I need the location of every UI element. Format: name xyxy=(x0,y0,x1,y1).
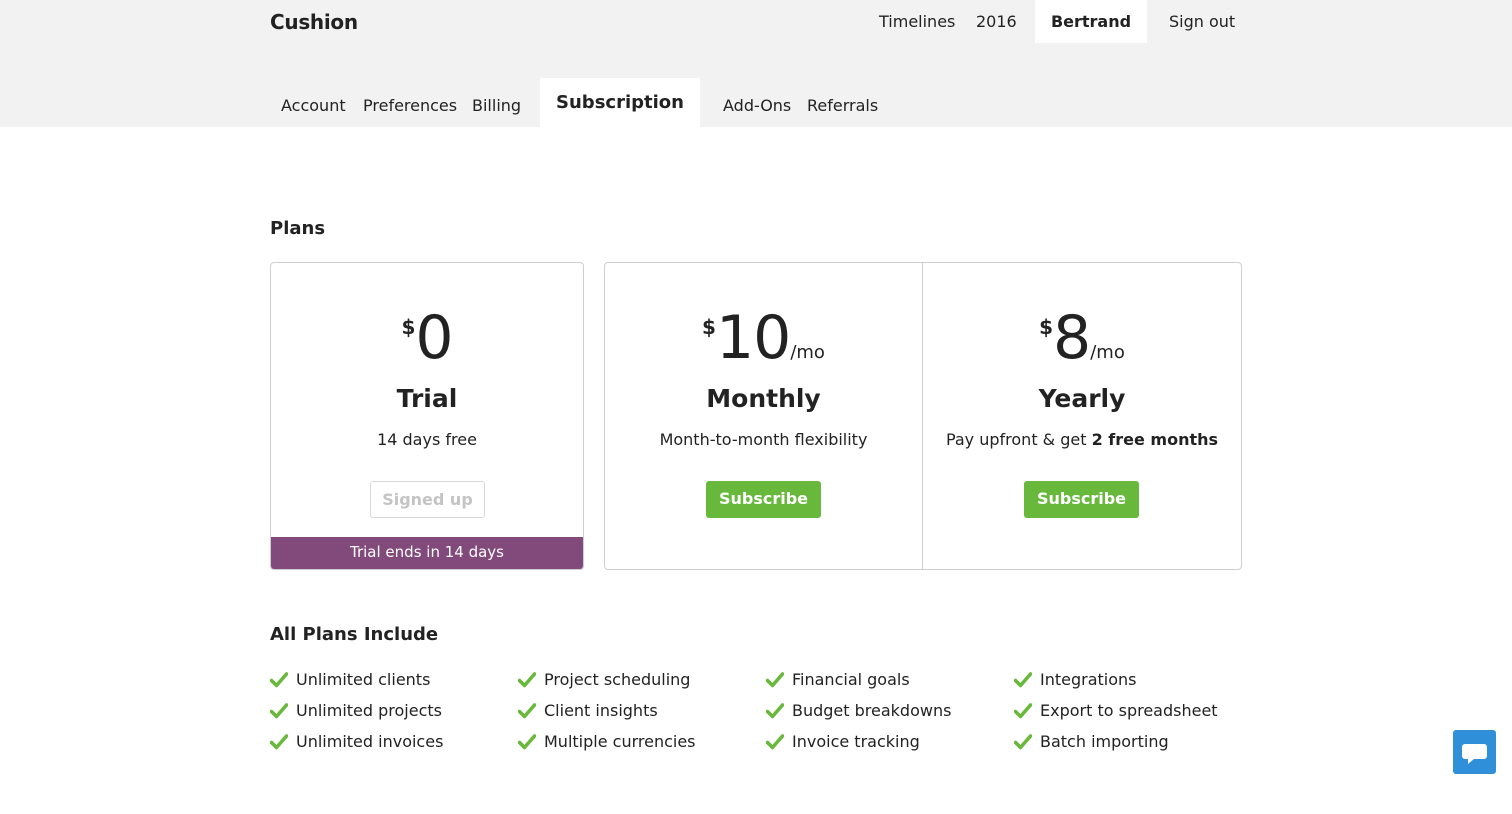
check-icon xyxy=(518,734,536,750)
feature-item: Financial goals xyxy=(792,670,910,689)
chat-bubble-icon xyxy=(1462,744,1487,764)
subscribe-monthly-button[interactable]: Subscribe xyxy=(706,481,821,518)
plan-description-text: Pay upfront & get xyxy=(945,430,1092,449)
tab-subscription[interactable]: Subscription xyxy=(540,78,700,127)
plan-yearly: $8/mo Yearly Pay upfront & get 2 free mo… xyxy=(923,263,1241,569)
nav-timelines[interactable]: Timelines xyxy=(879,0,955,43)
price-period: /mo xyxy=(790,342,825,363)
chat-button[interactable] xyxy=(1453,730,1496,774)
trial-status-banner: Trial ends in 14 days xyxy=(271,537,583,569)
plan-card-paid: $10/mo Monthly Month-to-month flexibilit… xyxy=(604,262,1242,570)
check-icon xyxy=(270,672,288,688)
check-icon xyxy=(766,734,784,750)
header: Cushion Timelines 2016 Bertrand Sign out… xyxy=(0,0,1512,127)
check-icon xyxy=(518,672,536,688)
price-amount: 8 xyxy=(1053,303,1091,373)
feature-item: Unlimited invoices xyxy=(296,732,444,751)
plan-price: $10/mo xyxy=(605,303,922,373)
plan-monthly: $10/mo Monthly Month-to-month flexibilit… xyxy=(605,263,922,569)
check-icon xyxy=(1014,703,1032,719)
currency-symbol: $ xyxy=(1039,315,1054,339)
feature-item: Batch importing xyxy=(1040,732,1169,751)
tab-add-ons[interactable]: Add-Ons xyxy=(723,84,791,127)
tab-preferences[interactable]: Preferences xyxy=(363,84,457,127)
feature-item: Integrations xyxy=(1040,670,1137,689)
plan-card-trial: $0 Trial 14 days free Signed up Trial en… xyxy=(270,262,584,570)
feature-item: Project scheduling xyxy=(544,670,691,689)
plan-price: $0 xyxy=(271,303,583,373)
plan-description: Month-to-month flexibility xyxy=(659,430,868,449)
price-period: /mo xyxy=(1090,342,1125,363)
price-amount: 0 xyxy=(415,303,453,373)
check-icon xyxy=(766,703,784,719)
check-icon xyxy=(270,734,288,750)
feature-item: Unlimited projects xyxy=(296,701,442,720)
check-icon xyxy=(1014,672,1032,688)
check-icon xyxy=(766,672,784,688)
price-amount: 10 xyxy=(715,303,791,373)
currency-symbol: $ xyxy=(401,315,416,339)
check-icon xyxy=(518,703,536,719)
plan-trial: $0 Trial 14 days free Signed up Trial en… xyxy=(271,263,583,569)
tab-account[interactable]: Account xyxy=(281,84,346,127)
plan-description: 14 days free xyxy=(377,430,477,449)
feature-item: Client insights xyxy=(544,701,658,720)
subscribe-yearly-button[interactable]: Subscribe xyxy=(1024,481,1139,518)
plan-description-highlight: 2 free months xyxy=(1091,430,1219,449)
plan-name: Monthly xyxy=(706,384,821,413)
plan-description: Pay upfront & get 2 free months xyxy=(923,430,1241,449)
tab-billing[interactable]: Billing xyxy=(472,84,521,127)
features-heading: All Plans Include xyxy=(270,624,439,645)
nav-signout[interactable]: Sign out xyxy=(1169,0,1235,43)
feature-item: Unlimited clients xyxy=(296,670,431,689)
signed-up-button: Signed up xyxy=(370,481,485,518)
currency-symbol: $ xyxy=(702,315,716,339)
tab-referrals[interactable]: Referrals xyxy=(807,84,878,127)
check-icon xyxy=(1014,734,1032,750)
nav-user[interactable]: Bertrand xyxy=(1035,0,1147,43)
check-icon xyxy=(270,703,288,719)
nav-year[interactable]: 2016 xyxy=(976,0,1017,43)
plan-price: $8/mo xyxy=(923,303,1241,373)
plan-name: Trial xyxy=(396,384,458,413)
app-logo[interactable]: Cushion xyxy=(270,10,358,34)
feature-item: Export to spreadsheet xyxy=(1040,701,1218,720)
plan-name: Yearly xyxy=(1038,384,1126,413)
feature-item: Multiple currencies xyxy=(544,732,696,751)
feature-item: Budget breakdowns xyxy=(792,701,952,720)
plans-heading: Plans xyxy=(270,218,326,239)
feature-item: Invoice tracking xyxy=(792,732,920,751)
